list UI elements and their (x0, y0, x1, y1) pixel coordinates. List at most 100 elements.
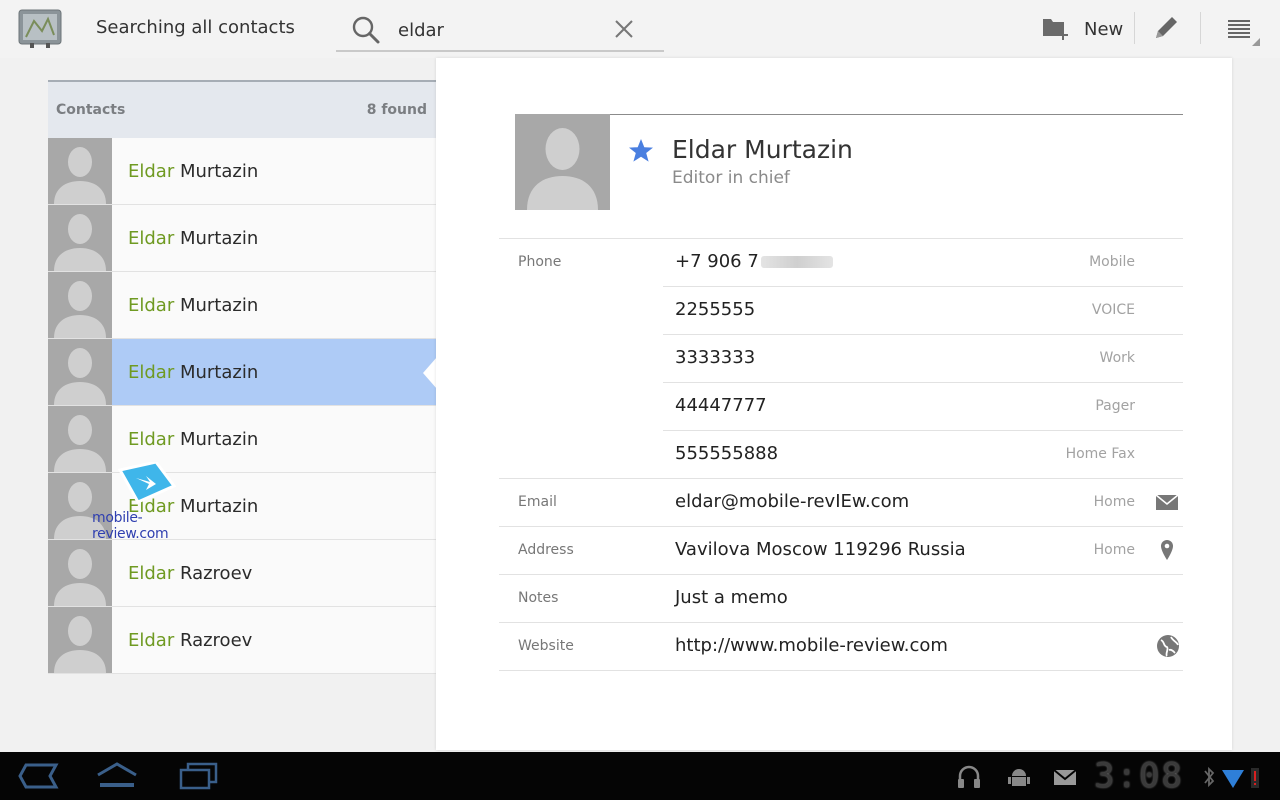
name-match-highlight: Eldar (128, 629, 175, 651)
action-bar-divider (1200, 12, 1201, 44)
contact-name: Eldar Murtazin (128, 295, 258, 316)
close-icon[interactable] (612, 17, 636, 41)
contact-name: Eldar Razroev (128, 630, 252, 651)
contact-list-item[interactable]: Eldar Razroev (48, 607, 436, 674)
add-contact-icon (1043, 19, 1068, 40)
star-icon[interactable] (628, 138, 654, 164)
detail-divider (515, 114, 1183, 115)
android-debug-icon (1008, 769, 1030, 786)
field-divider (499, 670, 1183, 671)
website-value[interactable]: http://www.mobile-review.com (675, 635, 948, 656)
email-value[interactable]: eldar@mobile-revIEw.com (675, 491, 909, 512)
contact-avatar (48, 272, 112, 338)
name-match-highlight: Eldar (128, 361, 175, 383)
action-bar: Searching all contacts New (0, 0, 1280, 58)
contact-avatar (48, 607, 112, 673)
name-rest: Murtazin (174, 227, 259, 249)
phone-type: VOICE (1091, 302, 1135, 318)
name-rest: Murtazin (174, 294, 259, 316)
name-match-highlight: Eldar (128, 562, 175, 584)
phone-type: Pager (1095, 398, 1135, 414)
mail-icon[interactable] (1153, 490, 1181, 514)
contacts-app-icon[interactable] (18, 9, 62, 49)
name-match-highlight: Eldar (128, 294, 175, 316)
contact-list-item[interactable]: Eldar Razroev (48, 540, 436, 607)
overflow-menu-icon[interactable] (1222, 12, 1262, 46)
contact-job-title: Editor in chief (672, 168, 790, 188)
email-field[interactable]: Email eldar@mobile-revIEw.com Home (499, 478, 1183, 526)
recent-apps-icon[interactable] (176, 761, 222, 791)
list-header: Contacts 8 found (48, 80, 436, 138)
phone-field[interactable]: Phone +7 906 7 Mobile (499, 238, 1183, 286)
email-type: Home (1093, 494, 1135, 510)
phone-number[interactable]: 44447777 (675, 395, 767, 416)
watermark-logo-icon (117, 462, 176, 504)
name-rest: Murtazin (174, 428, 259, 450)
battery-low-icon (1251, 768, 1259, 788)
home-icon[interactable] (94, 761, 140, 791)
contact-avatar (48, 205, 112, 271)
name-rest: Murtazin (174, 361, 259, 383)
system-bar: 3:08 (0, 752, 1280, 800)
contact-list-item[interactable]: Eldar Murtazin (48, 205, 436, 272)
phone-type: Work (1099, 350, 1135, 366)
phone-type: Mobile (1089, 254, 1135, 270)
contact-list: Contacts 8 found Eldar Murtazin Eldar Mur… (48, 80, 437, 674)
contact-name: Eldar Murtazin (672, 135, 853, 164)
globe-icon[interactable] (1153, 634, 1181, 658)
address-value[interactable]: Vavilova Moscow 119296 Russia (675, 539, 966, 560)
watermark: mobile-review.com (92, 462, 202, 542)
search-box (336, 8, 664, 52)
phone-number[interactable]: 2255555 (675, 299, 755, 320)
phone-field[interactable]: 2255555 VOICE (499, 286, 1183, 334)
contact-name: Eldar Murtazin (128, 161, 258, 182)
back-icon[interactable] (16, 761, 62, 791)
contact-avatar (48, 540, 112, 606)
contact-name: Eldar Murtazin (128, 228, 258, 249)
address-field[interactable]: Address Vavilova Moscow 119296 Russia Home (499, 526, 1183, 574)
contact-list-item[interactable]: Eldar Murtazin (48, 339, 437, 406)
pencil-icon[interactable] (1150, 12, 1182, 44)
action-bar-divider (1134, 12, 1135, 44)
phone-field[interactable]: 44447777 Pager (499, 382, 1183, 430)
mail-notification-icon (1053, 769, 1077, 785)
contact-list-item[interactable]: Eldar Murtazin (48, 272, 436, 339)
new-contact-button[interactable]: New (1040, 10, 1123, 48)
headphones-icon (958, 765, 980, 788)
name-rest: Murtazin (174, 160, 259, 182)
name-rest: Razroev (174, 562, 253, 584)
map-pin-icon[interactable] (1153, 538, 1181, 562)
contact-name: Eldar Murtazin (128, 362, 258, 383)
wifi-icon (1222, 770, 1244, 788)
list-header-label: Contacts (56, 102, 126, 118)
phone-label: Phone (518, 254, 562, 270)
contact-name: Eldar Murtazin (128, 429, 258, 450)
name-match-highlight: Eldar (128, 227, 175, 249)
contact-detail: Eldar Murtazin Editor in chief Phone +7 9… (436, 58, 1232, 750)
notes-label: Notes (518, 590, 559, 606)
watermark-text: mobile-review.com (92, 510, 169, 542)
phone-field[interactable]: 555555888 Home Fax (499, 430, 1183, 478)
phone-number[interactable]: 3333333 (675, 347, 755, 368)
app-title: Searching all contacts (96, 17, 295, 38)
phone-field[interactable]: 3333333 Work (499, 334, 1183, 382)
phone-number[interactable]: +7 906 7 (675, 251, 833, 272)
name-match-highlight: Eldar (128, 428, 175, 450)
found-count: 8 found (366, 102, 427, 118)
notes-value[interactable]: Just a memo (675, 587, 788, 608)
bluetooth-icon (1204, 766, 1215, 788)
contact-avatar (48, 339, 112, 405)
phone-number[interactable]: 555555888 (675, 443, 778, 464)
search-icon (352, 16, 380, 44)
address-label: Address (518, 542, 574, 558)
contact-list-item[interactable]: Eldar Murtazin (48, 138, 436, 205)
contact-photo[interactable] (515, 114, 610, 210)
contact-avatar (48, 138, 112, 204)
contact-name: Eldar Razroev (128, 563, 252, 584)
redacted-digits (760, 256, 833, 268)
notes-field[interactable]: Notes Just a memo (499, 574, 1183, 622)
website-field[interactable]: Website http://www.mobile-review.com (499, 622, 1183, 670)
website-label: Website (518, 638, 574, 654)
search-input[interactable] (398, 16, 598, 44)
phone-type: Home Fax (1065, 446, 1135, 462)
